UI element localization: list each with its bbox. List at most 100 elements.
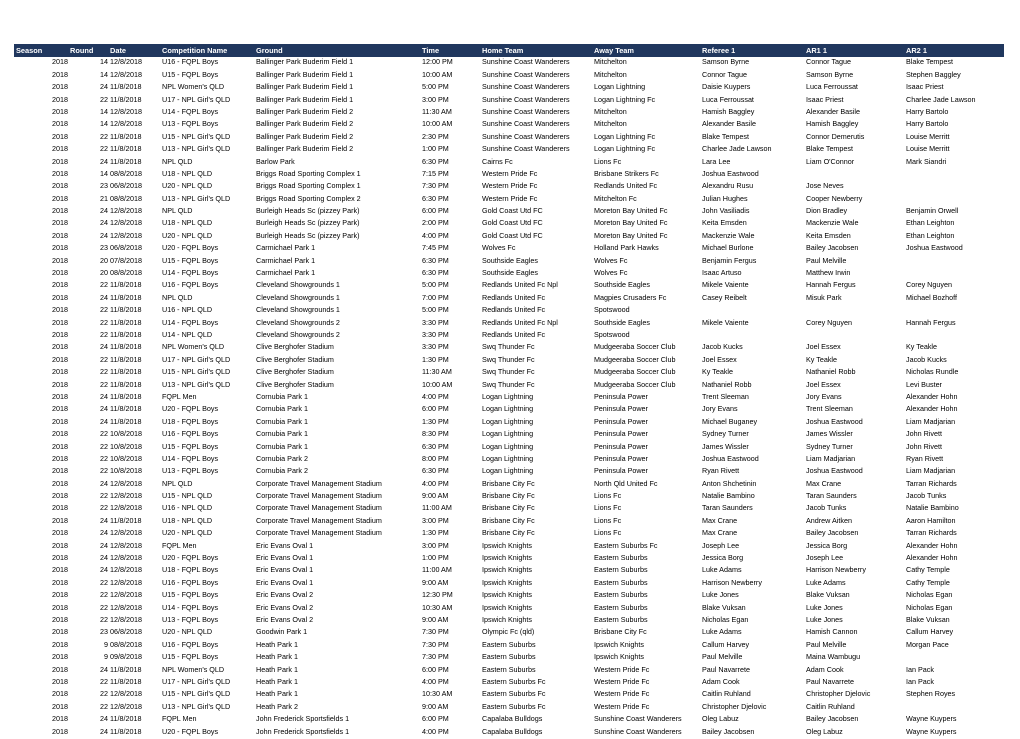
cell-home[interactable]: Sunshine Coast Wanderers bbox=[480, 82, 592, 94]
cell-ar1[interactable]: Connor Demerutis bbox=[804, 132, 904, 144]
cell-referee1[interactable]: Joel Essex bbox=[700, 355, 804, 367]
cell-time[interactable]: 3:00 PM bbox=[420, 541, 480, 553]
cell-competition[interactable]: U13 - NPL Girl's QLD bbox=[160, 702, 254, 714]
cell-date[interactable]: 12/8/2018 bbox=[108, 57, 160, 69]
cell-ar1[interactable]: Christopher Djelovic bbox=[804, 689, 904, 701]
cell-away[interactable]: Ipswich Knights bbox=[592, 652, 700, 664]
cell-ar1[interactable]: Joshua Eastwood bbox=[804, 466, 904, 478]
table-row[interactable]: 2018 24 12/8/2018 U20 - FQPL Boys Eric Evans… bbox=[14, 553, 1004, 565]
cell-season[interactable]: 2018 bbox=[14, 367, 68, 379]
cell-competition[interactable]: U13 - FQPL Boys bbox=[160, 615, 254, 627]
cell-away[interactable]: Logan Lightning bbox=[592, 82, 700, 94]
cell-away[interactable]: Mitchelton bbox=[592, 107, 700, 119]
cell-competition[interactable]: U20 - NPL QLD bbox=[160, 231, 254, 243]
cell-time[interactable]: 12:30 PM bbox=[420, 590, 480, 602]
cell-competition[interactable]: U18 - FQPL Boys bbox=[160, 565, 254, 577]
cell-home[interactable]: Western Pride Fc bbox=[480, 181, 592, 193]
cell-ar2[interactable]: Michael Bozhoff bbox=[904, 293, 1004, 305]
column-header-time[interactable]: Time bbox=[420, 44, 480, 58]
cell-ground[interactable]: Ballinger Park Buderim Field 1 bbox=[254, 95, 420, 107]
cell-home[interactable]: Ipswich Knights bbox=[480, 590, 592, 602]
cell-ar2[interactable]: Nicholas Egan bbox=[904, 603, 1004, 615]
cell-date[interactable]: 06/8/2018 bbox=[108, 243, 160, 255]
cell-date[interactable]: 11/8/2018 bbox=[108, 404, 160, 416]
cell-home[interactable]: Capalaba Bulldogs bbox=[480, 714, 592, 726]
cell-ar2[interactable]: Tarran Richards bbox=[904, 528, 1004, 540]
cell-season[interactable]: 2018 bbox=[14, 107, 68, 119]
cell-season[interactable]: 2018 bbox=[14, 479, 68, 491]
cell-home[interactable]: Logan Lightning bbox=[480, 417, 592, 429]
table-row[interactable]: 2018 22 11/8/2018 U17 - NPL Girl's QLD Clive… bbox=[14, 355, 1004, 367]
table-row[interactable]: 2018 24 11/8/2018 NPL QLD Barlow Park 6:30 PM… bbox=[14, 157, 1004, 169]
cell-away[interactable]: Mudgeeraba Soccer Club bbox=[592, 367, 700, 379]
cell-home[interactable]: Eastern Suburbs bbox=[480, 652, 592, 664]
cell-competition[interactable]: U13 - FQPL Boys bbox=[160, 466, 254, 478]
cell-date[interactable]: 12/8/2018 bbox=[108, 565, 160, 577]
cell-date[interactable]: 12/8/2018 bbox=[108, 206, 160, 218]
cell-season[interactable]: 2018 bbox=[14, 702, 68, 714]
cell-date[interactable]: 11/8/2018 bbox=[108, 727, 160, 739]
cell-round[interactable]: 22 bbox=[68, 503, 108, 515]
cell-away[interactable]: Magpies Crusaders Fc bbox=[592, 293, 700, 305]
cell-date[interactable]: 11/8/2018 bbox=[108, 714, 160, 726]
cell-ar2[interactable] bbox=[904, 256, 1004, 268]
cell-ground[interactable]: Clive Berghofer Stadium bbox=[254, 367, 420, 379]
cell-referee1[interactable]: Alexandru Rusu bbox=[700, 181, 804, 193]
cell-ground[interactable]: Cleveland Showgrounds 2 bbox=[254, 318, 420, 330]
cell-date[interactable]: 11/8/2018 bbox=[108, 293, 160, 305]
cell-competition[interactable]: U20 - FQPL Boys bbox=[160, 727, 254, 739]
cell-ground[interactable]: Clive Berghofer Stadium bbox=[254, 355, 420, 367]
cell-away[interactable]: Lions Fc bbox=[592, 516, 700, 528]
cell-season[interactable]: 2018 bbox=[14, 541, 68, 553]
cell-date[interactable]: 12/8/2018 bbox=[108, 70, 160, 82]
cell-time[interactable]: 6:00 PM bbox=[420, 404, 480, 416]
cell-round[interactable]: 20 bbox=[68, 268, 108, 280]
cell-ground[interactable]: Clive Berghofer Stadium bbox=[254, 380, 420, 392]
cell-away[interactable]: Eastern Suburbs bbox=[592, 603, 700, 615]
cell-ar1[interactable]: Ky Teakle bbox=[804, 355, 904, 367]
table-row[interactable]: 2018 23 06/8/2018 U20 - FQPL Boys Carmichael… bbox=[14, 243, 1004, 255]
cell-home[interactable]: Sunshine Coast Wanderers bbox=[480, 144, 592, 156]
cell-away[interactable]: Brisbane City Fc bbox=[592, 627, 700, 639]
cell-ground[interactable]: Heath Park 1 bbox=[254, 652, 420, 664]
table-row[interactable]: 2018 24 11/8/2018 U18 - NPL QLD Corporate Tr… bbox=[14, 516, 1004, 528]
cell-season[interactable]: 2018 bbox=[14, 528, 68, 540]
cell-ar2[interactable]: Charlee Jade Lawson bbox=[904, 95, 1004, 107]
cell-referee1[interactable]: Hamish Baggley bbox=[700, 107, 804, 119]
table-row[interactable]: 2018 24 11/8/2018 U18 - FQPL Boys Cornubia P… bbox=[14, 417, 1004, 429]
cell-ar2[interactable]: Nicholas Rundle bbox=[904, 367, 1004, 379]
cell-date[interactable]: 11/8/2018 bbox=[108, 367, 160, 379]
cell-time[interactable]: 7:30 PM bbox=[420, 652, 480, 664]
cell-time[interactable]: 8:30 PM bbox=[420, 429, 480, 441]
cell-time[interactable]: 7:30 PM bbox=[420, 627, 480, 639]
cell-season[interactable]: 2018 bbox=[14, 293, 68, 305]
cell-home[interactable]: Logan Lightning bbox=[480, 466, 592, 478]
cell-away[interactable]: Lions Fc bbox=[592, 491, 700, 503]
cell-away[interactable]: Mitchelton bbox=[592, 57, 700, 69]
cell-round[interactable]: 22 bbox=[68, 590, 108, 602]
cell-date[interactable]: 12/8/2018 bbox=[108, 231, 160, 243]
cell-ground[interactable]: Ballinger Park Buderim Field 1 bbox=[254, 82, 420, 94]
cell-ar1[interactable]: Adam Cook bbox=[804, 665, 904, 677]
cell-competition[interactable]: U13 - NPL Girl's QLD bbox=[160, 194, 254, 206]
cell-season[interactable]: 2018 bbox=[14, 95, 68, 107]
cell-season[interactable]: 2018 bbox=[14, 132, 68, 144]
cell-away[interactable]: North Qld United Fc bbox=[592, 479, 700, 491]
cell-time[interactable]: 10:00 AM bbox=[420, 380, 480, 392]
cell-referee1[interactable]: Max Crane bbox=[700, 528, 804, 540]
cell-competition[interactable]: U15 - FQPL Boys bbox=[160, 442, 254, 454]
cell-ar2[interactable]: Cathy Temple bbox=[904, 565, 1004, 577]
cell-ground[interactable]: Cornubia Park 1 bbox=[254, 417, 420, 429]
cell-ar1[interactable]: Jessica Borg bbox=[804, 541, 904, 553]
cell-ar1[interactable]: Jacob Tunks bbox=[804, 503, 904, 515]
cell-round[interactable]: 22 bbox=[68, 95, 108, 107]
cell-ground[interactable]: Corporate Travel Management Stadium bbox=[254, 491, 420, 503]
cell-date[interactable]: 12/8/2018 bbox=[108, 615, 160, 627]
cell-ar2[interactable]: Nicholas Egan bbox=[904, 590, 1004, 602]
cell-season[interactable]: 2018 bbox=[14, 491, 68, 503]
cell-home[interactable]: Redlands United Fc Npl bbox=[480, 280, 592, 292]
cell-time[interactable]: 5:00 PM bbox=[420, 82, 480, 94]
cell-competition[interactable]: U15 - NPL Girl's QLD bbox=[160, 132, 254, 144]
cell-round[interactable]: 9 bbox=[68, 640, 108, 652]
cell-away[interactable]: Sunshine Coast Wanderers bbox=[592, 714, 700, 726]
